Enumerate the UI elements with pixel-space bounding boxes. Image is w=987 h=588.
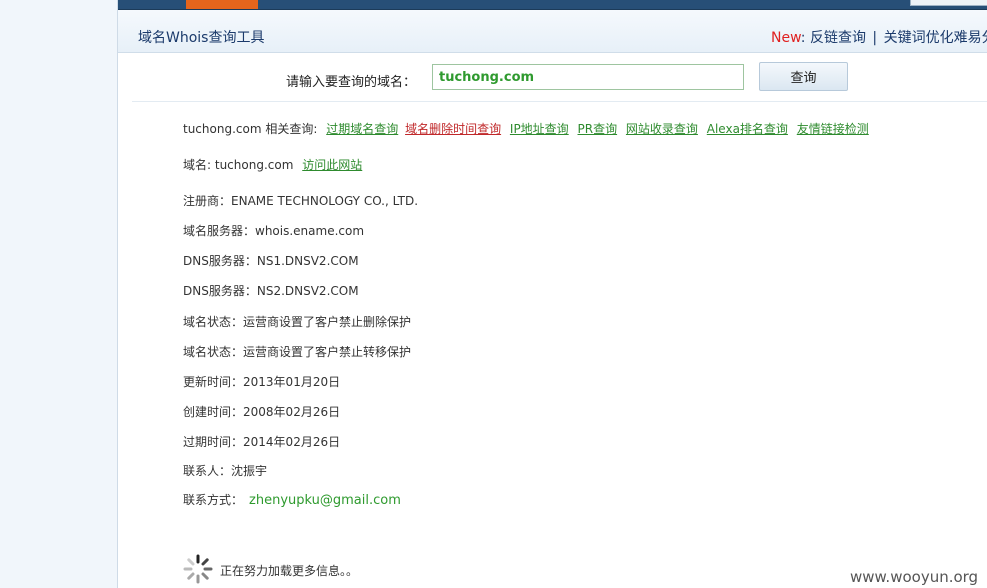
- field-label: 域名状态：: [183, 345, 244, 359]
- contact-email: zhenyupku@gmail.com: [249, 493, 401, 508]
- new-tools-links: New: 反链查询 | 关键词优化难易分: [771, 27, 987, 47]
- field-value: NS1.DNSV2.COM: [256, 254, 359, 268]
- whois-row-whois-server: 域名服务器：whois.ename.com: [183, 222, 364, 239]
- field-value: 运营商设置了客户禁止删除保护: [243, 315, 412, 329]
- query-button[interactable]: 查询: [759, 62, 848, 91]
- domain-label: 域名:: [183, 158, 212, 172]
- field-label: 联系方式：: [183, 493, 244, 507]
- whois-row-dns1: DNS服务器：NS1.DNSV2.COM: [183, 252, 359, 269]
- whois-row-registrar: 注册商：ENAME TECHNOLOGY CO., LTD.: [183, 192, 418, 209]
- loading-text: 正在努力加载更多信息。。: [220, 564, 359, 578]
- whois-row-contact-method: 联系方式： zhenyupku@gmail.com: [183, 491, 401, 508]
- page-title: 域名Whois查询工具: [138, 30, 265, 46]
- loading-spinner-icon: [183, 554, 213, 584]
- whois-row-expires: 过期时间：2014年02月26日: [183, 433, 340, 450]
- keyword-difficulty-link[interactable]: 关键词优化难易分: [884, 30, 987, 46]
- new-colon: :: [800, 30, 806, 46]
- top-right-tab[interactable]: [910, 0, 987, 6]
- field-label: 注册商：: [183, 194, 232, 208]
- domain-value: tuchong.com: [214, 158, 294, 172]
- backlink-query-link[interactable]: 反链查询: [810, 30, 866, 46]
- top-nav-bar: [118, 0, 987, 10]
- whois-row-status2: 域名状态：运营商设置了客户禁止转移保护: [183, 343, 411, 360]
- left-margin: [0, 0, 117, 588]
- whois-row-updated: 更新时间：2013年01月20日: [183, 373, 340, 390]
- field-value: 沈振宇: [231, 464, 268, 478]
- field-value: NS2.DNSV2.COM: [256, 284, 359, 298]
- expired-domain-query-link[interactable]: 过期域名查询: [326, 122, 398, 136]
- main-panel: 域名Whois查询工具 New: 反链查询 | 关键词优化难易分 请输入要查询的…: [117, 0, 987, 588]
- field-label: 创建时间：: [183, 405, 244, 419]
- field-value: ENAME TECHNOLOGY CO., LTD.: [231, 194, 419, 208]
- search-label: 请输入要查询的域名：: [286, 75, 417, 90]
- whois-row-created: 创建时间：2008年02月26日: [183, 403, 340, 420]
- whois-row-dns2: DNS服务器：NS2.DNSV2.COM: [183, 282, 359, 299]
- field-label: 更新时间：: [183, 375, 244, 389]
- pr-query-link[interactable]: PR查询: [578, 122, 618, 136]
- field-label: 过期时间：: [183, 435, 244, 449]
- related-prefix: tuchong.com 相关查询:: [183, 122, 318, 136]
- field-label: 域名状态：: [183, 315, 244, 329]
- domain-search-input[interactable]: [432, 64, 744, 90]
- watermark: www.wooyun.org: [850, 568, 979, 586]
- field-value: 运营商设置了客户禁止转移保护: [243, 345, 412, 359]
- friend-link-check-link[interactable]: 友情链接检测: [797, 122, 869, 136]
- ip-address-query-link[interactable]: IP地址查询: [510, 122, 569, 136]
- new-badge: New: [771, 30, 801, 46]
- field-value: 2014年02月26日: [243, 435, 341, 449]
- link-separator: |: [872, 30, 878, 46]
- site-index-query-link[interactable]: 网站收录查询: [626, 122, 698, 136]
- field-label: 域名服务器：: [183, 224, 256, 238]
- domain-delete-time-link[interactable]: 域名删除时间查询: [405, 122, 501, 136]
- related-queries-row: tuchong.com 相关查询: 过期域名查询 域名删除时间查询 IP地址查询…: [183, 120, 869, 137]
- field-value: 2013年01月20日: [243, 375, 341, 389]
- visit-site-link[interactable]: 访问此网站: [302, 158, 362, 172]
- whois-row-contact: 联系人：沈振宇: [183, 462, 267, 479]
- search-form: 请输入要查询的域名： 查询: [118, 52, 987, 102]
- alexa-rank-query-link[interactable]: Alexa排名查询: [707, 122, 788, 136]
- divider: [132, 101, 987, 102]
- field-label: 联系人：: [183, 464, 232, 478]
- field-label: DNS服务器：: [183, 254, 257, 268]
- active-nav-tab[interactable]: [186, 0, 258, 9]
- field-value: whois.ename.com: [255, 224, 365, 238]
- whois-row-status1: 域名状态：运营商设置了客户禁止删除保护: [183, 313, 411, 330]
- domain-row: 域名: tuchong.com 访问此网站: [183, 156, 362, 173]
- field-label: DNS服务器：: [183, 284, 257, 298]
- field-value: 2008年02月26日: [243, 405, 341, 419]
- tool-header: 域名Whois查询工具 New: 反链查询 | 关键词优化难易分: [118, 10, 987, 53]
